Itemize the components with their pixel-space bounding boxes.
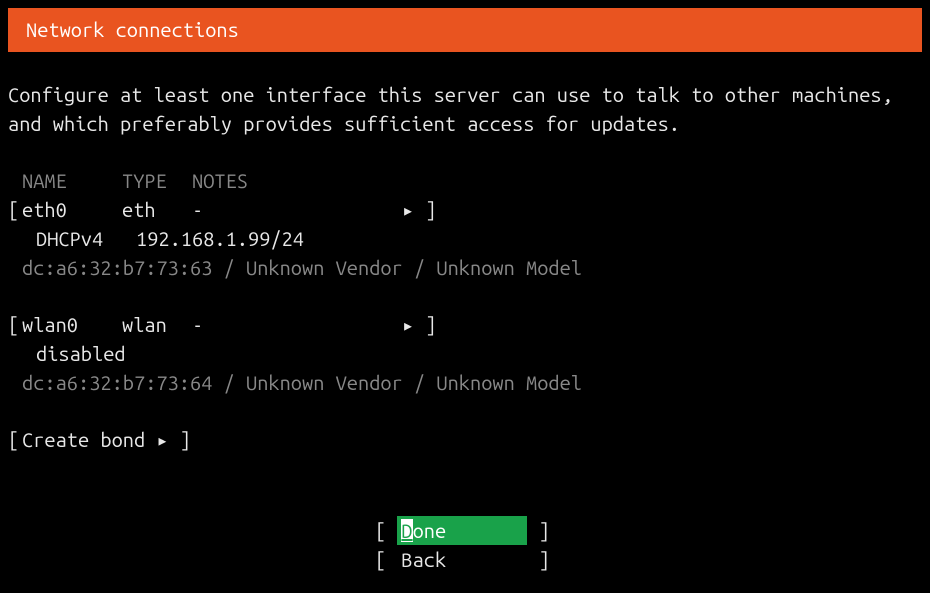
back-label: Back: [401, 548, 446, 571]
iface-hw: dc:a6:32:b7:73:63 / Unknown Vendor / Unk…: [22, 256, 582, 279]
bracket-open: [: [375, 548, 386, 571]
interface-main-row[interactable]: [eth0eth-▸ ]: [22, 195, 922, 224]
interface-hw-row: dc:a6:32:b7:73:64 / Unknown Vendor / Unk…: [22, 368, 922, 397]
iface-name: wlan0: [22, 310, 122, 339]
column-headers: NAMETYPENOTES: [22, 166, 922, 195]
bracket-open: [: [8, 425, 22, 454]
page-header: Network connections: [8, 8, 922, 52]
bracket-close: ]: [425, 313, 436, 336]
interface-row-eth0[interactable]: [eth0eth-▸ ] DHCPv4192.168.1.99/24 dc:a6…: [22, 195, 922, 282]
iface-type: eth: [122, 195, 192, 224]
interface-sub-row: DHCPv4192.168.1.99/24: [22, 224, 922, 253]
iface-name: eth0: [22, 195, 122, 224]
iface-notes: -: [192, 310, 402, 339]
main-content: Configure at least one interface this se…: [0, 52, 930, 574]
done-hotkey: D: [401, 519, 412, 542]
page-title: Network connections: [26, 18, 239, 41]
interface-row-wlan0[interactable]: [wlan0wlan-▸ ] disabled dc:a6:32:b7:73:6…: [22, 310, 922, 397]
bracket-close: ]: [539, 519, 550, 542]
create-bond-row[interactable]: [Create bond ▸ ]: [8, 425, 922, 454]
col-header-name: NAME: [22, 166, 122, 195]
done-button[interactable]: [ Done ]: [375, 516, 555, 545]
iface-proto: DHCPv4: [36, 224, 136, 253]
bracket-open: [: [8, 195, 22, 224]
iface-type: wlan: [122, 310, 192, 339]
col-header-type: TYPE: [122, 166, 192, 195]
iface-addr: 192.168.1.99/24: [136, 227, 304, 250]
chevron-right-icon: ▸: [402, 198, 414, 221]
iface-disabled: disabled: [36, 342, 126, 365]
col-header-notes: NOTES: [192, 169, 248, 192]
description-text: Configure at least one interface this se…: [8, 80, 922, 166]
bracket-close: ]: [539, 548, 550, 571]
button-area: [ Done ] [ Back ]: [8, 516, 922, 574]
interfaces-table: NAMETYPENOTES [eth0eth-▸ ] DHCPv4192.168…: [8, 166, 922, 397]
create-bond-label: Create bond: [22, 428, 145, 451]
interface-hw-row: dc:a6:32:b7:73:63 / Unknown Vendor / Unk…: [22, 253, 922, 282]
iface-notes: -: [192, 195, 402, 224]
bracket-open: [: [8, 310, 22, 339]
bracket-close: ]: [180, 428, 191, 451]
chevron-right-icon: ▸: [402, 313, 414, 336]
done-label-rest: one: [413, 519, 447, 542]
back-button[interactable]: [ Back ]: [375, 545, 555, 574]
iface-hw: dc:a6:32:b7:73:64 / Unknown Vendor / Unk…: [22, 371, 582, 394]
bracket-open: [: [375, 519, 386, 542]
interface-main-row[interactable]: [wlan0wlan-▸ ]: [22, 310, 922, 339]
chevron-right-icon: ▸: [156, 428, 168, 451]
interface-sub-row: disabled: [22, 339, 922, 368]
bracket-close: ]: [425, 198, 436, 221]
